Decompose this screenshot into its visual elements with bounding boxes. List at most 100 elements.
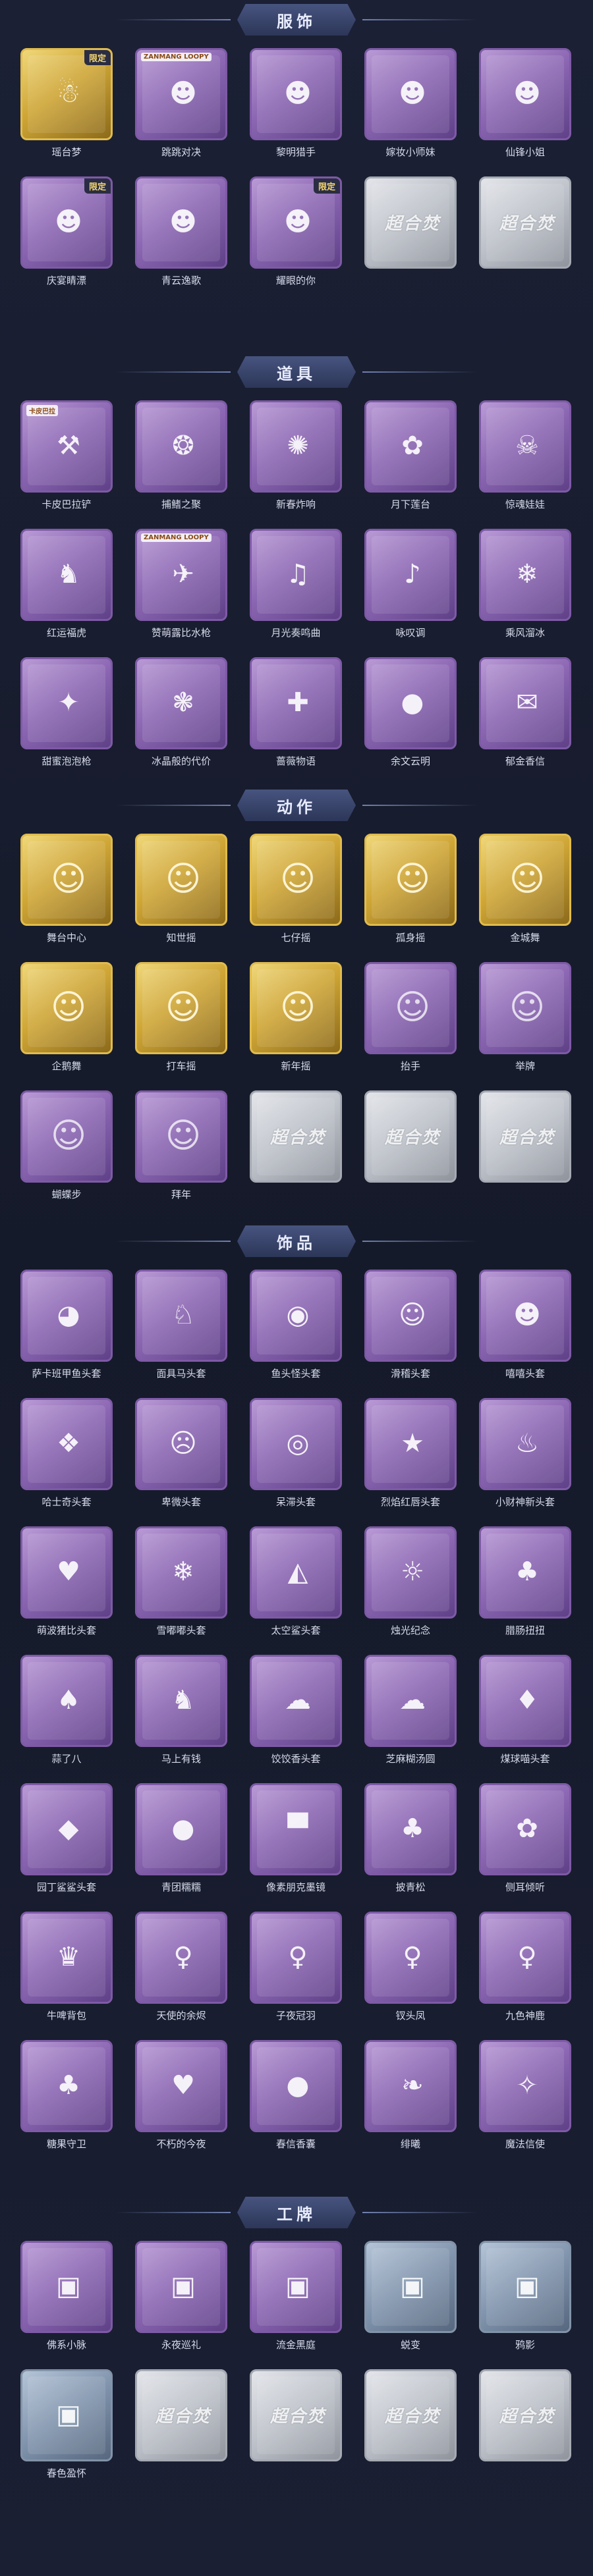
item-cell[interactable]: ☻ 限定 庆宴睛漂 — [20, 176, 113, 292]
item-cell[interactable]: ❄ 雪嘟嘟头套 — [135, 1526, 227, 1642]
item-cell[interactable]: ♞ 红运福虎 — [20, 529, 113, 644]
item-cell[interactable]: ❧ 绯曦 — [364, 2040, 457, 2155]
item-cell[interactable]: ☺ 金城舞 — [479, 834, 571, 949]
empty-slot[interactable]: 超合焚 — [479, 176, 571, 292]
item-cell[interactable]: ☺ 企鹅舞 — [20, 962, 113, 1077]
item-cell[interactable]: ▣ 鸦影 — [479, 2241, 571, 2356]
item-cell[interactable]: ☻ 仙锋小姐 — [479, 48, 571, 163]
item-cell[interactable]: ● 余文云明 — [364, 657, 457, 772]
item-cell[interactable]: ✦ 甜蜜泡泡枪 — [20, 657, 113, 772]
item-cell[interactable]: ● 春信香囊 — [250, 2040, 342, 2155]
item-cell[interactable]: ☺ 举牌 — [479, 962, 571, 1077]
item-cell[interactable]: ☼ 烛光纪念 — [364, 1526, 457, 1642]
empty-slot[interactable]: 超合焚 — [250, 1090, 342, 1206]
item-cell[interactable]: ▣ 蜕变 — [364, 2241, 457, 2356]
item-cell[interactable]: ❂ 捕鳍之聚 — [135, 400, 227, 516]
item-cell[interactable]: ▣ 永夜巡礼 — [135, 2241, 227, 2356]
item-cell[interactable]: ☹ 卑微头套 — [135, 1398, 227, 1513]
item-cell[interactable]: ☁ 芝麻糊汤圆 — [364, 1655, 457, 1770]
item-cell[interactable]: ♀ 天使的余烬 — [135, 1912, 227, 2027]
item-cell[interactable]: ☻ 限定 耀眼的你 — [250, 176, 342, 292]
item-cell[interactable]: ♣ 腊肠扭扭 — [479, 1526, 571, 1642]
item-cell[interactable]: ☺ 打车摇 — [135, 962, 227, 1077]
item-cell[interactable]: ◎ 呆滞头套 — [250, 1398, 342, 1513]
item-cell[interactable]: ☃ 限定 瑶台梦 — [20, 48, 113, 163]
item-label: 像素朋克墨镜 — [266, 1881, 325, 1893]
item-cell[interactable]: ✺ 新春炸响 — [250, 400, 342, 516]
empty-slot[interactable]: 超合焚 — [479, 2369, 571, 2484]
item-cell[interactable]: ☻ 青云逸歌 — [135, 176, 227, 292]
item-cell[interactable]: ♘ 面具马头套 — [135, 1270, 227, 1385]
item-cell[interactable]: ♀ 子夜冠羽 — [250, 1912, 342, 2027]
medical-kit-icon: ✚ — [287, 687, 309, 718]
item-cell[interactable]: ✈ ZANMANG LOOPY 赞萌露比水枪 — [135, 529, 227, 644]
item-cell[interactable]: ★ 烈焰红唇头套 — [364, 1398, 457, 1513]
item-cell[interactable]: ♨ 小财神新头套 — [479, 1398, 571, 1513]
item-cell[interactable]: ☻ ZANMANG LOOPY 跳跳对决 — [135, 48, 227, 163]
item-cell[interactable]: ♪ 咏叹调 — [364, 529, 457, 644]
item-cell[interactable]: ☻ 黎明猎手 — [250, 48, 342, 163]
item-cell[interactable]: ♀ 钗头凤 — [364, 1912, 457, 2027]
item-cell[interactable]: ✉ 郁金香信 — [479, 657, 571, 772]
item-cell[interactable]: ♥ 不朽的今夜 — [135, 2040, 227, 2155]
item-cell[interactable]: ♣ 披青松 — [364, 1783, 457, 1898]
badge-card-icon: ▣ — [171, 2271, 196, 2301]
item-cell[interactable]: ☁ 饺饺香头套 — [250, 1655, 342, 1770]
outfit-portrait-icon: ☻ — [169, 78, 197, 109]
item-cell[interactable]: ♥ 萌波猪比头套 — [20, 1526, 113, 1642]
item-cell[interactable]: ☺ 舞台中心 — [20, 834, 113, 949]
action-silhouette-icon: ☺ — [394, 988, 431, 1027]
skull-doll-icon: ☠ — [515, 431, 539, 461]
item-cell[interactable]: ✿ 侧耳倾听 — [479, 1783, 571, 1898]
item-cell[interactable]: ♦ 煤球喵头套 — [479, 1655, 571, 1770]
item-cell[interactable]: ☺ 知世摇 — [135, 834, 227, 949]
empty-slot[interactable]: 超合焚 — [135, 2369, 227, 2484]
item-cell[interactable]: ☺ 滑稽头套 — [364, 1270, 457, 1385]
item-cell[interactable]: ♀ 九色神鹿 — [479, 1912, 571, 2027]
empty-slot[interactable]: 超合焚 — [364, 2369, 457, 2484]
item-label: 咏叹调 — [395, 627, 426, 639]
item-cell[interactable]: ☺ 七仔摇 — [250, 834, 342, 949]
item-cell[interactable]: ☺ 抬手 — [364, 962, 457, 1077]
item-cell[interactable]: ✿ 月下莲台 — [364, 400, 457, 516]
item-label: 雪嘟嘟头套 — [156, 1624, 206, 1636]
item-cell[interactable]: ☺ 蝴蝶步 — [20, 1090, 113, 1206]
item-cell[interactable]: ❃ 冰晶般的代价 — [135, 657, 227, 772]
item-cell[interactable]: ▀ 像素朋克墨镜 — [250, 1783, 342, 1898]
bubble-gun-icon: ✦ — [57, 687, 80, 718]
item-cell[interactable]: ☠ 惊魂娃娃 — [479, 400, 571, 516]
item-cell[interactable]: ▣ 流金黑庭 — [250, 2241, 342, 2356]
item-card: ☺ — [20, 1090, 113, 1183]
item-cell[interactable]: ☻ 嘻嘻头套 — [479, 1270, 571, 1385]
item-cell[interactable]: ◕ 萨卡班甲鱼头套 — [20, 1270, 113, 1385]
section-title: 服饰 — [237, 4, 356, 36]
item-cell[interactable]: ✧ 魔法信使 — [479, 2040, 571, 2155]
item-cell[interactable]: ☺ 拜年 — [135, 1090, 227, 1206]
item-cell[interactable]: ◭ 太空鲨头套 — [250, 1526, 342, 1642]
item-cell[interactable]: ♠ 蒜了八 — [20, 1655, 113, 1770]
item-cell[interactable]: ▣ 佛系小脉 — [20, 2241, 113, 2356]
item-cell[interactable]: ♛ 牛啤背包 — [20, 1912, 113, 2027]
item-cell[interactable]: ▣ 春色盈怀 — [20, 2369, 113, 2484]
empty-slot[interactable]: 超合焚 — [364, 176, 457, 292]
candy-guard-icon: ♣ — [57, 2070, 80, 2101]
item-cell[interactable]: ♞ 马上有钱 — [135, 1655, 227, 1770]
item-label: 仙锋小姐 — [505, 146, 545, 158]
item-cell[interactable]: ☺ 孤身摇 — [364, 834, 457, 949]
item-cell[interactable]: ⚒ 卡皮巴拉 卡皮巴拉铲 — [20, 400, 113, 516]
item-cell[interactable]: ♣ 糖果守卫 — [20, 2040, 113, 2155]
empty-slot[interactable]: 超合焚 — [479, 1090, 571, 1206]
item-cell[interactable]: ☻ 嫁妆小师妹 — [364, 48, 457, 163]
item-cell[interactable]: ◆ 园丁鲨鲨头套 — [20, 1783, 113, 1898]
item-card: ♞ — [20, 529, 113, 621]
item-card: ✈ ZANMANG LOOPY — [135, 529, 227, 621]
item-cell[interactable]: ❖ 哈士奇头套 — [20, 1398, 113, 1513]
item-cell[interactable]: ♫ 月光奏鸣曲 — [250, 529, 342, 644]
item-cell[interactable]: ✚ 蔷薇物语 — [250, 657, 342, 772]
item-cell[interactable]: ◉ 鱼头怪头套 — [250, 1270, 342, 1385]
item-cell[interactable]: ❄ 乘风溜冰 — [479, 529, 571, 644]
empty-slot[interactable]: 超合焚 — [250, 2369, 342, 2484]
empty-slot[interactable]: 超合焚 — [364, 1090, 457, 1206]
item-cell[interactable]: ● 青团糯糯 — [135, 1783, 227, 1898]
item-cell[interactable]: ☺ 新年摇 — [250, 962, 342, 1077]
